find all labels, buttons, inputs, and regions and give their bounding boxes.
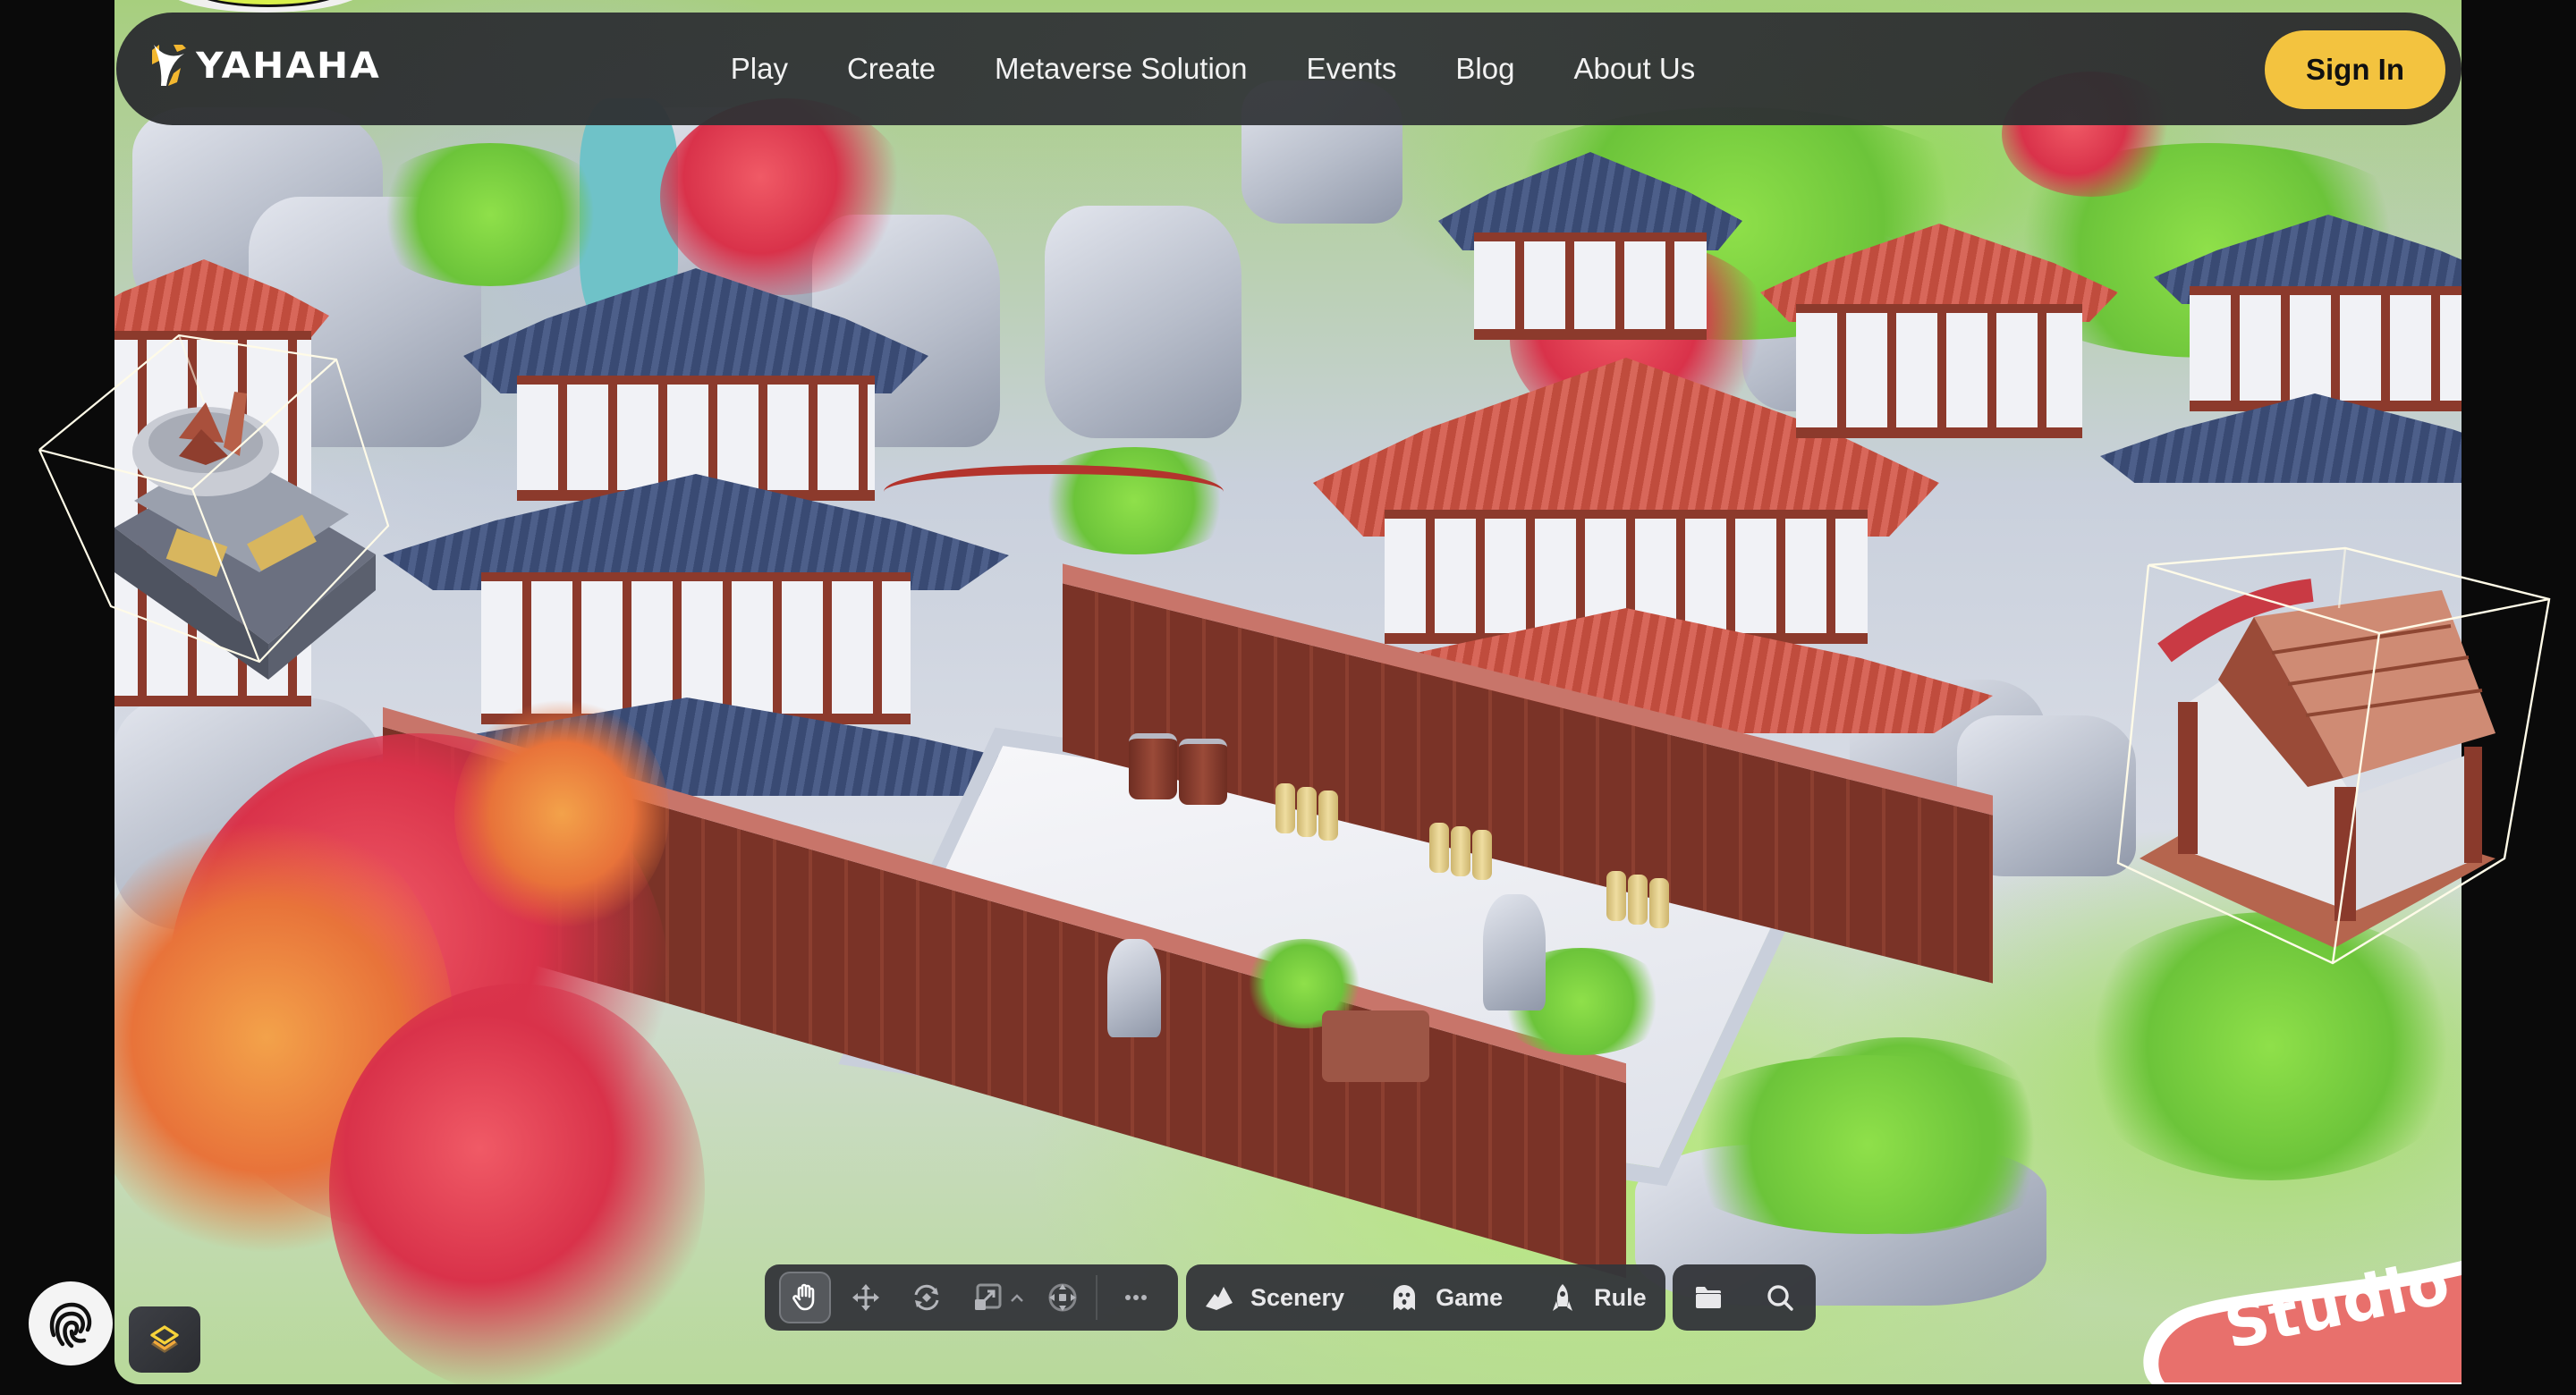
- ghost-icon: [1394, 1285, 1416, 1310]
- fingerprint-button[interactable]: [29, 1281, 113, 1365]
- plants: [1653, 1055, 2082, 1234]
- nav-create[interactable]: Create: [847, 52, 936, 86]
- nav-metaverse-solution[interactable]: Metaverse Solution: [995, 52, 1247, 86]
- barrel: [1179, 739, 1227, 805]
- scale-icon: [975, 1283, 1002, 1310]
- scroll: [1318, 790, 1338, 841]
- scroll: [1628, 875, 1648, 925]
- layers-icon: [150, 1325, 179, 1353]
- search-button[interactable]: [1754, 1272, 1806, 1323]
- scroll: [1649, 878, 1669, 928]
- move-arrows-icon: [852, 1284, 879, 1311]
- transform-toolbar: [765, 1264, 1178, 1331]
- tree: [660, 98, 911, 295]
- autumn-tree: [329, 984, 705, 1384]
- nav-play[interactable]: Play: [731, 52, 788, 86]
- scroll: [1275, 783, 1295, 833]
- toolbar-divider: [1096, 1275, 1097, 1320]
- scroll: [1472, 830, 1492, 880]
- nav-about-us[interactable]: About Us: [1573, 52, 1695, 86]
- rotate-tool-button[interactable]: [901, 1272, 953, 1323]
- grass: [2064, 912, 2462, 1180]
- rock: [1045, 206, 1241, 438]
- mountain-icon: [1206, 1287, 1233, 1310]
- pagoda-left: [329, 268, 1045, 796]
- autumn-tree: [454, 698, 669, 930]
- scroll: [1606, 871, 1626, 921]
- more-options-button[interactable]: [1110, 1272, 1162, 1323]
- pivot-tool-button[interactable]: [1037, 1272, 1089, 1323]
- scenery-mode-button[interactable]: Scenery: [1206, 1283, 1344, 1312]
- barrel: [1129, 733, 1177, 799]
- game-mode-button[interactable]: Game: [1391, 1283, 1503, 1312]
- rocket-icon: [1553, 1284, 1573, 1311]
- bridge: [884, 465, 1224, 519]
- game-label: Game: [1436, 1283, 1504, 1311]
- sign-in-button[interactable]: Sign In: [2265, 30, 2445, 109]
- rule-label: Rule: [1594, 1283, 1647, 1311]
- scroll: [1297, 787, 1317, 837]
- mode-toolbar: Scenery Game Rule: [1186, 1264, 1665, 1331]
- scroll: [1429, 823, 1449, 873]
- scale-options-chevron[interactable]: [1008, 1282, 1026, 1313]
- rotate-icon: [914, 1284, 939, 1311]
- utility-toolbar: [1673, 1264, 1816, 1331]
- chevron-up-icon: [1011, 1294, 1023, 1302]
- pivot-icon: [1048, 1283, 1077, 1312]
- more-horizontal-icon: [1125, 1295, 1147, 1300]
- grass: [365, 143, 615, 286]
- pagoda-far-right: [2100, 215, 2462, 554]
- nav-events[interactable]: Events: [1307, 52, 1397, 86]
- search-icon: [1767, 1285, 1793, 1311]
- garden-bridge: [1322, 1010, 1429, 1082]
- main-nav: Play Create Metaverse Solution Events Bl…: [116, 13, 2462, 125]
- scenery-label: Scenery: [1250, 1283, 1345, 1311]
- pagoda-right: [1724, 224, 2154, 492]
- garden-stone: [1107, 939, 1161, 1037]
- scale-tool-button[interactable]: [962, 1272, 1013, 1323]
- rule-mode-button[interactable]: Rule: [1549, 1283, 1647, 1312]
- studio-badge[interactable]: Studio: [2125, 1247, 2462, 1386]
- scroll: [1451, 826, 1470, 876]
- pagoda-edge: [114, 259, 329, 724]
- garden-stone: [1483, 894, 1546, 1010]
- nav-blog[interactable]: Blog: [1455, 52, 1514, 86]
- hand-tool-button[interactable]: [779, 1272, 831, 1323]
- layers-button[interactable]: [129, 1306, 200, 1373]
- move-tool-button[interactable]: [840, 1272, 892, 1323]
- fingerprint-icon: [49, 1302, 92, 1348]
- folder-button[interactable]: [1682, 1272, 1734, 1323]
- top-nav-bar: YAHAHA Play Create Metaverse Solution Ev…: [116, 13, 2462, 125]
- folder-icon: [1696, 1287, 1721, 1308]
- scene-viewport[interactable]: [114, 0, 2462, 1384]
- hand-icon: [792, 1283, 815, 1311]
